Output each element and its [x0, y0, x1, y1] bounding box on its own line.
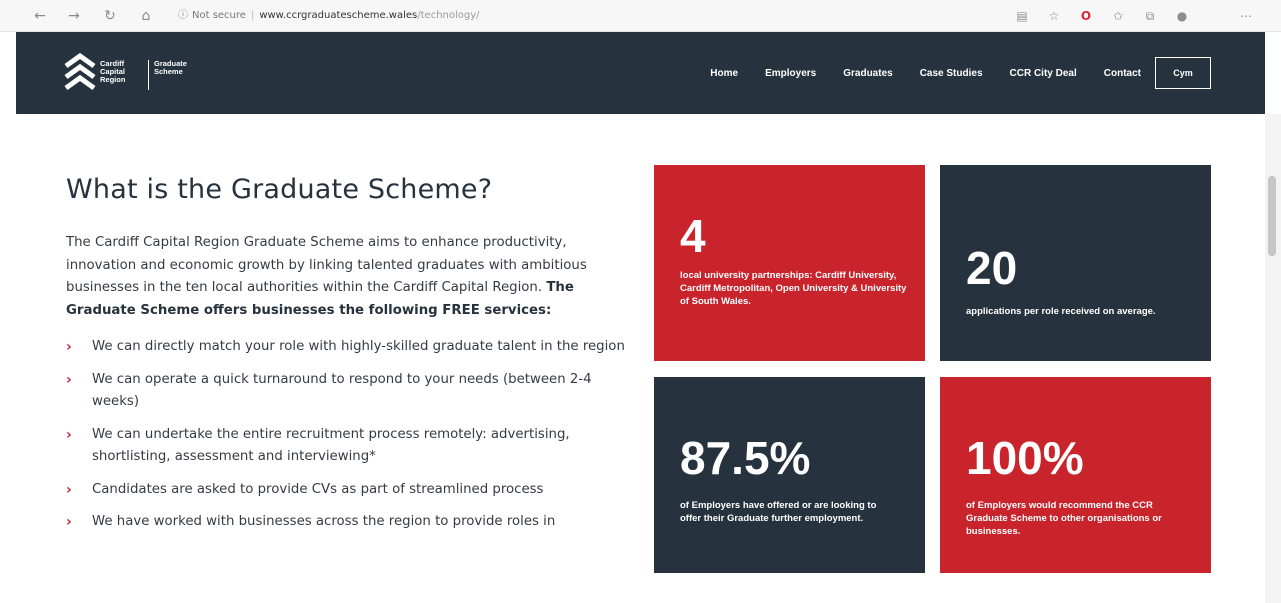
stat-tile-applications: 20 applications per role received on ave…: [940, 165, 1211, 361]
stat-value: 100%: [966, 432, 1084, 484]
profile-icon[interactable]: ●: [1172, 6, 1192, 26]
info-icon[interactable]: ⓘ: [178, 10, 188, 21]
nav-employers[interactable]: Employers: [765, 68, 816, 79]
list-item: › We can undertake the entire recruitment…: [66, 424, 626, 469]
list-item: › We can directly match your role with hi…: [66, 336, 626, 359]
chevron-right-icon: ›: [66, 371, 72, 388]
url-host: www.ccrgraduatescheme.wales: [259, 10, 418, 21]
logo-chevrons-icon: [64, 52, 96, 91]
stat-value: 87.5%: [680, 432, 811, 484]
logo-divider: [148, 60, 149, 90]
stat-description: local university partnerships: Cardiff U…: [680, 270, 907, 307]
stat-description: applications per role received on averag…: [966, 306, 1156, 317]
stat-value: 20: [966, 242, 1018, 294]
favorites-bar-icon[interactable]: ✩: [1108, 6, 1128, 26]
collections-icon[interactable]: ⧉: [1140, 6, 1160, 26]
list-item: › Candidates are asked to provide CVs as …: [66, 479, 626, 502]
nav-contact[interactable]: Contact: [1104, 68, 1141, 79]
stat-value: 4: [680, 210, 706, 262]
chevron-right-icon: ›: [66, 481, 72, 498]
favorite-star-icon[interactable]: ☆: [1044, 6, 1064, 26]
stat-description: of Employers have offered or are looking…: [680, 500, 877, 524]
more-menu-icon[interactable]: ⋯: [1236, 6, 1256, 26]
logo-region-text: Cardiff Capital Region: [100, 59, 126, 84]
address-bar[interactable]: ⓘ Not secure | www.ccrgraduatescheme.wales/…: [178, 6, 878, 26]
reading-view-icon[interactable]: ▤: [1012, 6, 1032, 26]
security-label: Not secure: [192, 10, 246, 21]
list-item: › We have worked with businesses across t…: [66, 511, 626, 534]
stat-tile-employment: 87.5% of Employers have offered or are l…: [654, 377, 925, 573]
main-content: What is the Graduate Scheme? The Cardiff…: [66, 172, 626, 544]
back-icon[interactable]: ←: [30, 6, 50, 26]
language-toggle-button[interactable]: Cym: [1155, 57, 1211, 89]
main-nav: Home Employers Graduates Case Studies CC…: [710, 57, 1211, 89]
benefits-list: › We can directly match your role with hi…: [66, 336, 626, 534]
home-icon[interactable]: ⌂: [136, 6, 156, 26]
intro-paragraph: The Cardiff Capital Region Graduate Sche…: [66, 235, 587, 318]
page-scrollbar[interactable]: [1265, 114, 1281, 603]
chevron-right-icon: ›: [66, 514, 72, 530]
chevron-right-icon: ›: [66, 339, 72, 355]
forward-icon[interactable]: →: [64, 6, 84, 26]
scrollbar-thumb[interactable]: [1268, 176, 1276, 256]
stat-tile-recommend: 100% of Employers would recommend the CC…: [940, 377, 1211, 573]
stat-tile-partnerships: 4 local university partnerships: Cardiff…: [654, 165, 925, 361]
site-header: Cardiff Capital Region Graduate Scheme H…: [16, 32, 1265, 114]
nav-home[interactable]: Home: [710, 68, 738, 79]
chevron-right-icon: ›: [66, 426, 72, 443]
opera-icon[interactable]: O: [1076, 6, 1096, 26]
page-title: What is the Graduate Scheme?: [66, 174, 493, 205]
logo-scheme-text: Graduate Scheme: [154, 59, 187, 76]
browser-toolbar: ← → ↻ ⌂ ⓘ Not secure | www.ccrgraduateschem…: [0, 0, 1281, 32]
nav-case-studies[interactable]: Case Studies: [920, 68, 983, 79]
stat-description: of Employers would recommend the CCR Gra…: [966, 500, 1162, 537]
url-path: /technology/: [417, 10, 480, 21]
reload-icon[interactable]: ↻: [100, 6, 120, 26]
nav-ccr-city-deal[interactable]: CCR City Deal: [1010, 68, 1077, 79]
nav-graduates[interactable]: Graduates: [843, 68, 892, 79]
list-item: › We can operate a quick turnaround to re…: [66, 369, 626, 414]
